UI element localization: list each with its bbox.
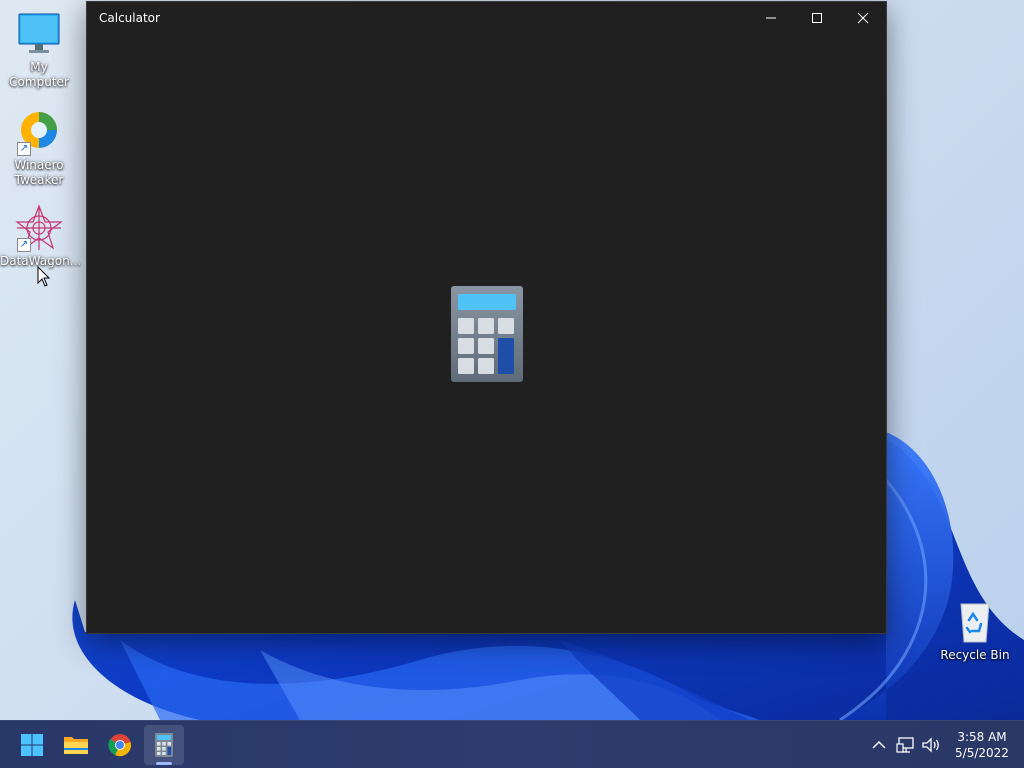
- close-icon: [857, 12, 869, 24]
- close-button[interactable]: [840, 2, 886, 34]
- chrome-icon: [108, 734, 131, 757]
- start-button[interactable]: [12, 725, 52, 765]
- desktop-icon-label: Recycle Bin: [940, 648, 1010, 662]
- network-icon[interactable]: [896, 735, 916, 755]
- calculator-splash-icon: [451, 286, 523, 382]
- taskbar-chrome[interactable]: [100, 725, 140, 765]
- taskbar-calculator[interactable]: [144, 725, 184, 765]
- maximize-button[interactable]: [794, 2, 840, 34]
- shortcut-arrow-icon: ↗: [17, 142, 31, 156]
- recycle-bin-icon: [951, 598, 999, 646]
- desktop-icon-my-computer[interactable]: My Computer: [0, 10, 78, 90]
- chevron-up-icon[interactable]: [869, 735, 889, 755]
- calculator-window[interactable]: Calculator: [86, 1, 887, 634]
- window-title: Calculator: [99, 11, 160, 25]
- running-indicator: [156, 762, 172, 765]
- file-explorer-icon: [64, 737, 88, 754]
- winaero-tweaker-icon: ↗: [15, 108, 63, 156]
- desktop: My Computer ↗ Winaero Tweaker ↗ DataWago…: [0, 0, 1024, 768]
- maximize-icon: [812, 13, 822, 23]
- desktop-icon-label: Winaero Tweaker: [14, 158, 64, 187]
- shortcut-arrow-icon: ↗: [17, 238, 31, 252]
- monitor-icon: [15, 10, 63, 58]
- desktop-icon-winaero-tweaker[interactable]: ↗ Winaero Tweaker: [0, 108, 78, 188]
- windows-start-icon: [21, 734, 43, 756]
- taskbar: 3:58 AM 5/5/2022: [0, 720, 1024, 768]
- calculator-icon: [155, 733, 173, 757]
- title-bar[interactable]: Calculator: [87, 2, 886, 34]
- minimize-icon: [766, 17, 776, 19]
- datawagon-icon: ↗: [15, 204, 63, 252]
- tray-clock-date[interactable]: 5/5/2022: [947, 746, 1017, 760]
- desktop-icon-recycle-bin[interactable]: Recycle Bin: [936, 598, 1014, 663]
- tray-clock-time[interactable]: 3:58 AM: [947, 730, 1017, 744]
- mouse-cursor-icon: [37, 266, 51, 287]
- taskbar-file-explorer[interactable]: [56, 725, 96, 765]
- minimize-button[interactable]: [748, 2, 794, 34]
- desktop-icon-datawagon[interactable]: ↗ DataWagon...: [0, 204, 81, 269]
- volume-icon[interactable]: [921, 735, 941, 755]
- desktop-icon-label: My Computer: [9, 60, 69, 89]
